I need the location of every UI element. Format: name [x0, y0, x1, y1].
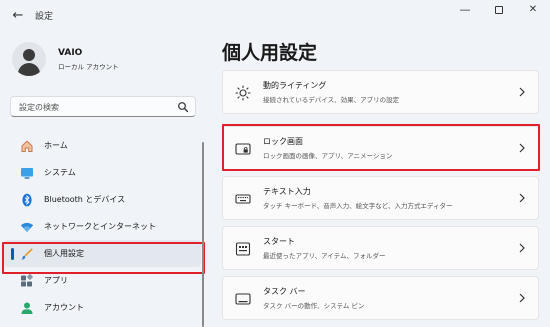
network-icon [20, 222, 34, 232]
sidebar-item-label: アプリ [44, 276, 68, 285]
search-placeholder: 設定の検索 [19, 103, 59, 112]
card-subtitle: タスク バーの動作、システム ピン [263, 302, 365, 310]
card-text-input[interactable]: テキスト入力 タッチ キーボード、音声入力、絵文字など、入力方式エディター [222, 176, 539, 220]
sidebar-item-accounts[interactable]: アカウント [4, 294, 201, 321]
sidebar-item-network[interactable]: ネットワークとインターネット [4, 213, 201, 240]
avatar-head [23, 49, 35, 61]
lock-screen-highlight-box [222, 124, 540, 171]
avatar-body [18, 63, 40, 76]
card-subtitle: タッチ キーボード、音声入力、絵文字など、入力方式エディター [263, 202, 453, 210]
card-title: タスク バー [263, 287, 306, 296]
card-title: テキスト入力 [263, 187, 311, 196]
apps-icon [21, 274, 33, 287]
sidebar-item-home[interactable]: ホーム [4, 132, 201, 159]
card-start[interactable]: スタート 最近使ったアプリ、アイテム、フォルダー [222, 226, 539, 270]
back-button[interactable]: ← [10, 8, 26, 24]
sidebar-item-label: アカウント [44, 303, 84, 312]
window-controls: — ✕ [448, 0, 550, 22]
dynamic-lighting-icon [235, 85, 251, 101]
page-title: 個人用設定 [222, 42, 318, 64]
avatar[interactable] [12, 42, 46, 76]
taskbar-icon [235, 293, 251, 305]
bluetooth-icon [22, 193, 32, 207]
sidebar-item-label: システム [44, 168, 76, 177]
card-dynamic-lighting[interactable]: 動的ライティング 接続されているデバイス、効果、アプリの設定 [222, 70, 539, 114]
account-type: ローカル アカウント [58, 63, 119, 71]
sidebar-item-system[interactable]: システム [4, 159, 201, 186]
title-bar: ← 設定 — ✕ [0, 0, 550, 32]
maximize-icon [495, 6, 503, 14]
chevron-right-icon [519, 293, 525, 303]
system-icon [21, 168, 33, 179]
sidebar-item-bluetooth[interactable]: Bluetooth とデバイス [4, 186, 201, 213]
account-icon [21, 302, 33, 314]
chevron-right-icon [519, 243, 525, 253]
sidebar-scrollbar[interactable] [202, 142, 204, 327]
card-title: スタート [263, 237, 295, 246]
sidebar-item-label: ネットワークとインターネット [44, 222, 156, 231]
window-title: 設定 [35, 12, 54, 22]
search-icon [178, 102, 189, 113]
sidebar-nav: ホーム システム Bluetooth とデバイス ネットワークとインターネット … [0, 132, 205, 321]
search-input[interactable]: 設定の検索 [10, 96, 196, 117]
sidebar-item-label: ホーム [44, 141, 68, 150]
sidebar-item-label: Bluetooth とデバイス [44, 195, 126, 204]
user-name: VAIO [58, 48, 83, 58]
keyboard-icon [235, 194, 251, 204]
minimize-button[interactable]: — [448, 0, 482, 22]
chevron-right-icon [519, 87, 525, 97]
maximize-button[interactable] [482, 0, 516, 22]
card-subtitle: 接続されているデバイス、効果、アプリの設定 [263, 96, 400, 104]
chevron-right-icon [519, 193, 525, 203]
home-icon [21, 140, 33, 152]
card-title: 動的ライティング [263, 81, 327, 90]
start-icon [235, 242, 251, 256]
personalization-highlight-box [2, 242, 205, 274]
card-taskbar[interactable]: タスク バー タスク バーの動作、システム ピン [222, 276, 539, 320]
close-button[interactable]: ✕ [516, 0, 550, 22]
card-subtitle: 最近使ったアプリ、アイテム、フォルダー [263, 252, 386, 260]
